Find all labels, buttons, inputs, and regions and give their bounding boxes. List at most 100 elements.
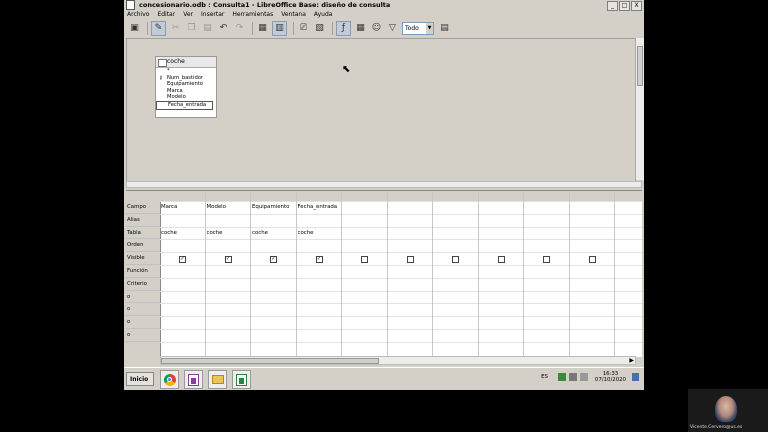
grid-column[interactable] [570,191,615,357]
volume-icon[interactable] [579,373,588,381]
copy-icon[interactable]: ❐ [185,22,198,35]
grid-column[interactable]: Marca coche ✓ [160,191,206,357]
alias-cell[interactable] [480,214,524,227]
limit-select[interactable]: Todo ▼ [402,21,434,35]
grid-column[interactable]: Fecha_entradacoche ✓ [297,191,342,357]
field-item[interactable]: Marca [156,88,216,95]
tabla-cell[interactable]: coche [252,227,296,240]
edit-mode-icon[interactable]: ✎ [151,20,166,36]
menu-archivo[interactable]: Archivo [127,10,149,19]
alias-cell[interactable] [389,214,433,227]
clock[interactable]: 16:33 07/10/2020 [595,371,626,383]
campo-cell[interactable] [343,201,387,214]
campo-cell[interactable] [389,201,433,214]
alias-cell[interactable] [343,214,387,227]
functions-icon[interactable]: ƒ [336,20,351,36]
grid-column[interactable] [388,191,433,357]
menu-editar[interactable]: Editar [157,10,175,19]
visible-checkbox[interactable] [588,255,596,263]
undo-icon[interactable]: ↶ [217,22,230,35]
language-indicator[interactable]: ES [541,374,548,380]
menu-ayuda[interactable]: Ayuda [314,10,333,19]
table-window-coche[interactable]: coche * ⚷ Num_bastidor Equipamiento Marca… [155,56,217,118]
grid-column[interactable] [479,191,524,357]
field-item[interactable]: Fecha_entrada [156,100,213,110]
grid-horizontal-scrollbar[interactable]: ▶ [160,356,636,365]
tabla-cell[interactable] [571,227,615,240]
tabla-cell[interactable] [434,227,478,240]
menu-insertar[interactable]: Insertar [201,10,224,19]
field-item[interactable]: Modelo [156,94,216,101]
campo-cell[interactable] [434,201,478,214]
paste-icon[interactable]: ▤ [201,22,214,35]
save-icon[interactable]: ▣ [128,22,141,35]
tabla-cell[interactable]: coche [298,227,342,240]
alias-cell[interactable] [252,214,296,227]
tabla-cell[interactable] [343,227,387,240]
alias-icon[interactable]: ☺ [370,22,383,35]
visible-checkbox[interactable] [406,255,414,263]
visible-checkbox[interactable] [361,255,368,263]
tabla-cell[interactable] [480,227,524,240]
grid-column[interactable]: Equipamiento coche ✓ [251,191,297,357]
redo-icon[interactable]: ↷ [233,22,246,35]
field-all[interactable]: * [156,68,216,75]
tabla-cell[interactable]: coche [161,227,205,240]
campo-cell[interactable] [480,201,524,214]
design-view-icon[interactable]: ▥ [272,20,287,36]
taskbar-app-calc[interactable] [232,370,251,389]
alias-cell[interactable] [525,214,569,227]
run-query-icon[interactable]: ▦ [256,22,269,35]
show-desktop-icon[interactable] [632,373,639,381]
visible-checkbox[interactable] [452,255,459,263]
title-bar[interactable]: concesionario.odb : Consulta1 - LibreOff… [124,0,644,11]
campo-cell[interactable]: Equipamiento [252,201,296,214]
tabla-cell[interactable]: coche [207,227,251,240]
alias-cell[interactable] [298,214,342,227]
grid-column[interactable] [524,191,570,357]
taskbar-app-base[interactable] [184,370,203,389]
visible-checkbox[interactable]: ✓ [270,255,277,263]
taskbar-app-explorer[interactable] [208,370,227,389]
start-button[interactable]: Inicio [126,372,154,386]
clear-query-icon[interactable]: ⎚ [297,22,310,35]
visible-checkbox[interactable]: ✓ [179,255,186,263]
scroll-right-icon[interactable]: ▶ [629,357,634,365]
campo-cell[interactable]: Fecha_entrada [298,201,342,214]
taskbar-app-chrome[interactable] [160,370,179,389]
alias-cell[interactable] [161,214,205,227]
menu-ventana[interactable]: Ventana [281,10,306,19]
grid-column[interactable]: Modelo coche ✓ [206,191,251,357]
table-name-icon[interactable]: ▦ [354,22,367,35]
scrollbar-thumb[interactable] [161,358,379,364]
cut-icon[interactable]: ✂ [169,22,182,35]
field-item[interactable]: Equipamiento [156,81,216,88]
chevron-down-icon[interactable]: ▼ [426,22,433,34]
menu-ver[interactable]: Ver [183,10,193,19]
design-vertical-scrollbar[interactable] [635,38,644,180]
tabla-cell[interactable] [389,227,433,240]
visible-checkbox[interactable] [497,255,505,263]
visible-checkbox[interactable]: ✓ [224,255,232,263]
visible-checkbox[interactable]: ✓ [315,255,323,263]
network-icon[interactable] [557,373,566,381]
alias-cell[interactable] [207,214,251,227]
tabla-cell[interactable] [525,227,569,240]
menu-herramientas[interactable]: Herramientas [232,10,273,19]
distinct-values-icon[interactable]: ▽ [386,22,399,35]
campo-cell[interactable]: Modelo [207,201,251,214]
field-item[interactable]: ⚷ Num_bastidor [156,75,216,82]
campo-cell[interactable] [571,201,615,214]
grid-column[interactable] [433,191,479,357]
campo-cell[interactable] [525,201,569,214]
visible-checkbox[interactable] [543,255,550,263]
design-horizontal-scrollbar[interactable] [126,181,642,188]
campo-cell[interactable]: Marca [161,201,205,214]
add-table-icon[interactable]: ▧ [313,22,326,35]
alias-cell[interactable] [571,214,615,227]
grid-column[interactable] [342,191,388,357]
sql-view-icon[interactable]: ▤ [438,22,451,35]
shield-icon[interactable] [568,373,577,381]
scrollbar-thumb[interactable] [637,46,643,86]
table-window-header[interactable]: coche [156,57,216,68]
